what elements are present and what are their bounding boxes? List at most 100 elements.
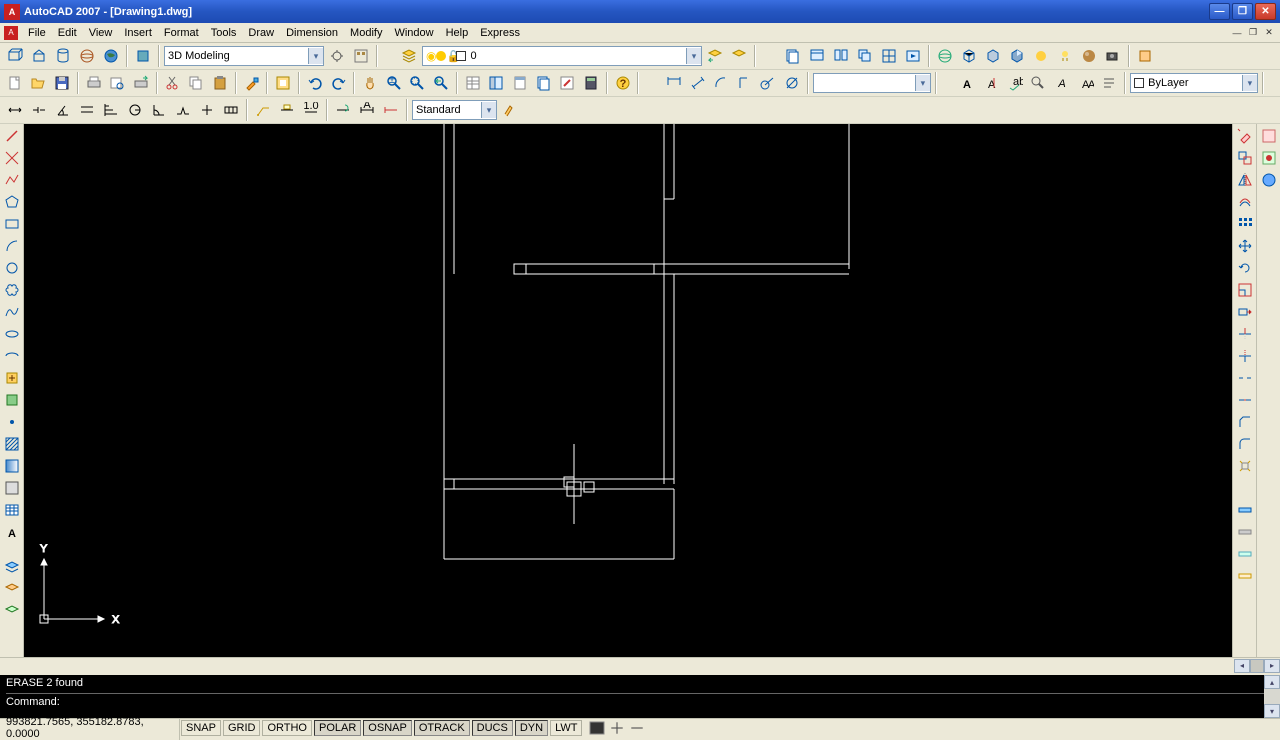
shade-icon[interactable] (1006, 45, 1028, 67)
dropdown-arrow-icon[interactable] (686, 48, 701, 64)
explode-icon[interactable] (1235, 456, 1255, 476)
offset-icon[interactable] (1235, 192, 1255, 212)
status-toggle-ducs[interactable]: DUCS (472, 720, 513, 736)
dim-radius-icon[interactable] (758, 72, 780, 94)
layer-iso-icon[interactable] (1235, 500, 1255, 520)
arc-icon[interactable] (2, 236, 22, 256)
designcenter-icon[interactable] (486, 72, 508, 94)
tile-icon[interactable] (830, 45, 852, 67)
menu-file[interactable]: File (22, 25, 52, 41)
text-ai-icon[interactable]: A (980, 72, 1002, 94)
dropdown-arrow-icon[interactable] (308, 48, 323, 64)
dim-linear-icon[interactable] (663, 72, 685, 94)
dim-arc-icon[interactable] (710, 72, 732, 94)
rectangle-icon[interactable] (2, 214, 22, 234)
chamfer-icon[interactable] (1235, 412, 1255, 432)
redo-icon[interactable] (328, 72, 350, 94)
status-toggle-ortho[interactable]: ORTHO (262, 720, 312, 736)
region-icon[interactable] (2, 478, 22, 498)
status-toggle-polar[interactable]: POLAR (314, 720, 361, 736)
et-3-icon[interactable] (1259, 170, 1279, 190)
layer-states-icon[interactable] (728, 45, 750, 67)
zoom-window-icon[interactable] (407, 72, 429, 94)
status-toggle-grid[interactable]: GRID (223, 720, 261, 736)
scale-icon[interactable] (1235, 280, 1255, 300)
polygon-icon[interactable] (2, 192, 22, 212)
cube-view-icon[interactable] (958, 45, 980, 67)
menu-view[interactable]: View (83, 25, 119, 41)
dropdown-arrow-icon[interactable] (1242, 75, 1257, 91)
plot-icon[interactable] (83, 72, 105, 94)
menu-insert[interactable]: Insert (118, 25, 158, 41)
scale-text-icon[interactable]: AA (1075, 72, 1097, 94)
dim-angular-icon[interactable] (148, 99, 170, 121)
gradient-icon[interactable] (2, 456, 22, 476)
sphere-icon[interactable] (76, 45, 98, 67)
properties-icon[interactable] (462, 72, 484, 94)
matchprop-icon[interactable] (241, 72, 263, 94)
stretch-icon[interactable] (1235, 302, 1255, 322)
status-plus-icon[interactable] (607, 718, 627, 738)
tolerance-icon[interactable] (220, 99, 242, 121)
viewports-icon[interactable] (878, 45, 900, 67)
camera-icon[interactable] (1102, 45, 1124, 67)
hatch-icon[interactable] (2, 434, 22, 454)
status-toggle-otrack[interactable]: OTRACK (414, 720, 470, 736)
erase-icon[interactable] (1235, 126, 1255, 146)
ellipse-icon[interactable] (2, 324, 22, 344)
leader-icon[interactable] (252, 99, 274, 121)
dim-center-icon[interactable] (196, 99, 218, 121)
dim-update-icon[interactable] (332, 99, 354, 121)
publish2-icon[interactable] (130, 72, 152, 94)
publish-icon[interactable] (1134, 45, 1156, 67)
layers-palette-icon[interactable] (2, 558, 22, 578)
dim-baseline-icon[interactable] (100, 99, 122, 121)
block-editor-icon[interactable] (272, 72, 294, 94)
dim-jogged-icon[interactable] (172, 99, 194, 121)
revcloud-icon[interactable] (2, 280, 22, 300)
3dorbit-icon[interactable] (934, 45, 956, 67)
table-icon[interactable] (2, 500, 22, 520)
dropdown-arrow-icon[interactable] (915, 75, 930, 91)
doc-minimize-icon[interactable]: — (1230, 27, 1244, 39)
dim-ordinate-icon[interactable] (734, 72, 756, 94)
status-toggle-lwt[interactable]: LWT (550, 720, 582, 736)
status-toggle-osnap[interactable]: OSNAP (363, 720, 412, 736)
open-icon[interactable] (28, 72, 50, 94)
dimstyle-manager-icon[interactable] (499, 99, 521, 121)
command-window[interactable]: ERASE 2 found Command: ▴ ▾ (0, 673, 1280, 718)
presspull-icon[interactable] (132, 45, 154, 67)
doc-restore-icon[interactable]: ❐ (1246, 27, 1260, 39)
rotate-icon[interactable] (1235, 258, 1255, 278)
doc-close-icon[interactable]: ✕ (1262, 27, 1276, 39)
coordinates[interactable]: 993821.7565, 355182.8783, 0.0000 (0, 716, 180, 740)
cut-icon[interactable] (162, 72, 184, 94)
circle-icon[interactable] (2, 258, 22, 278)
insert-block-icon[interactable] (2, 368, 22, 388)
cylinder-icon[interactable] (52, 45, 74, 67)
polyline-icon[interactable] (2, 170, 22, 190)
scroll-down-icon[interactable]: ▾ (1264, 704, 1280, 718)
spline-icon[interactable] (2, 302, 22, 322)
layer-previous-icon[interactable] (704, 45, 726, 67)
dim-quick-icon[interactable] (76, 99, 98, 121)
cascade-icon[interactable] (854, 45, 876, 67)
dim-tedit-icon[interactable]: 1.0 (300, 99, 322, 121)
layer-off-icon[interactable] (1235, 522, 1255, 542)
preview-icon[interactable] (107, 72, 129, 94)
copyobj-icon[interactable] (1235, 148, 1255, 168)
line-icon[interactable] (2, 126, 22, 146)
layer-frz-icon[interactable] (1235, 544, 1255, 564)
dim-linear2-icon[interactable] (4, 99, 26, 121)
array-icon[interactable] (1235, 214, 1255, 234)
scroll-thumb[interactable] (1250, 659, 1264, 673)
menu-help[interactable]: Help (440, 25, 475, 41)
workspace-settings-icon[interactable] (326, 45, 348, 67)
point-icon[interactable] (2, 412, 22, 432)
dim-aligned-icon[interactable] (687, 72, 709, 94)
dim-style-btn-icon[interactable]: A (356, 99, 378, 121)
status-minus-icon[interactable] (627, 718, 647, 738)
justify-icon[interactable] (1098, 72, 1120, 94)
minimize-button[interactable]: — (1209, 3, 1230, 20)
menu-modify[interactable]: Modify (344, 25, 388, 41)
